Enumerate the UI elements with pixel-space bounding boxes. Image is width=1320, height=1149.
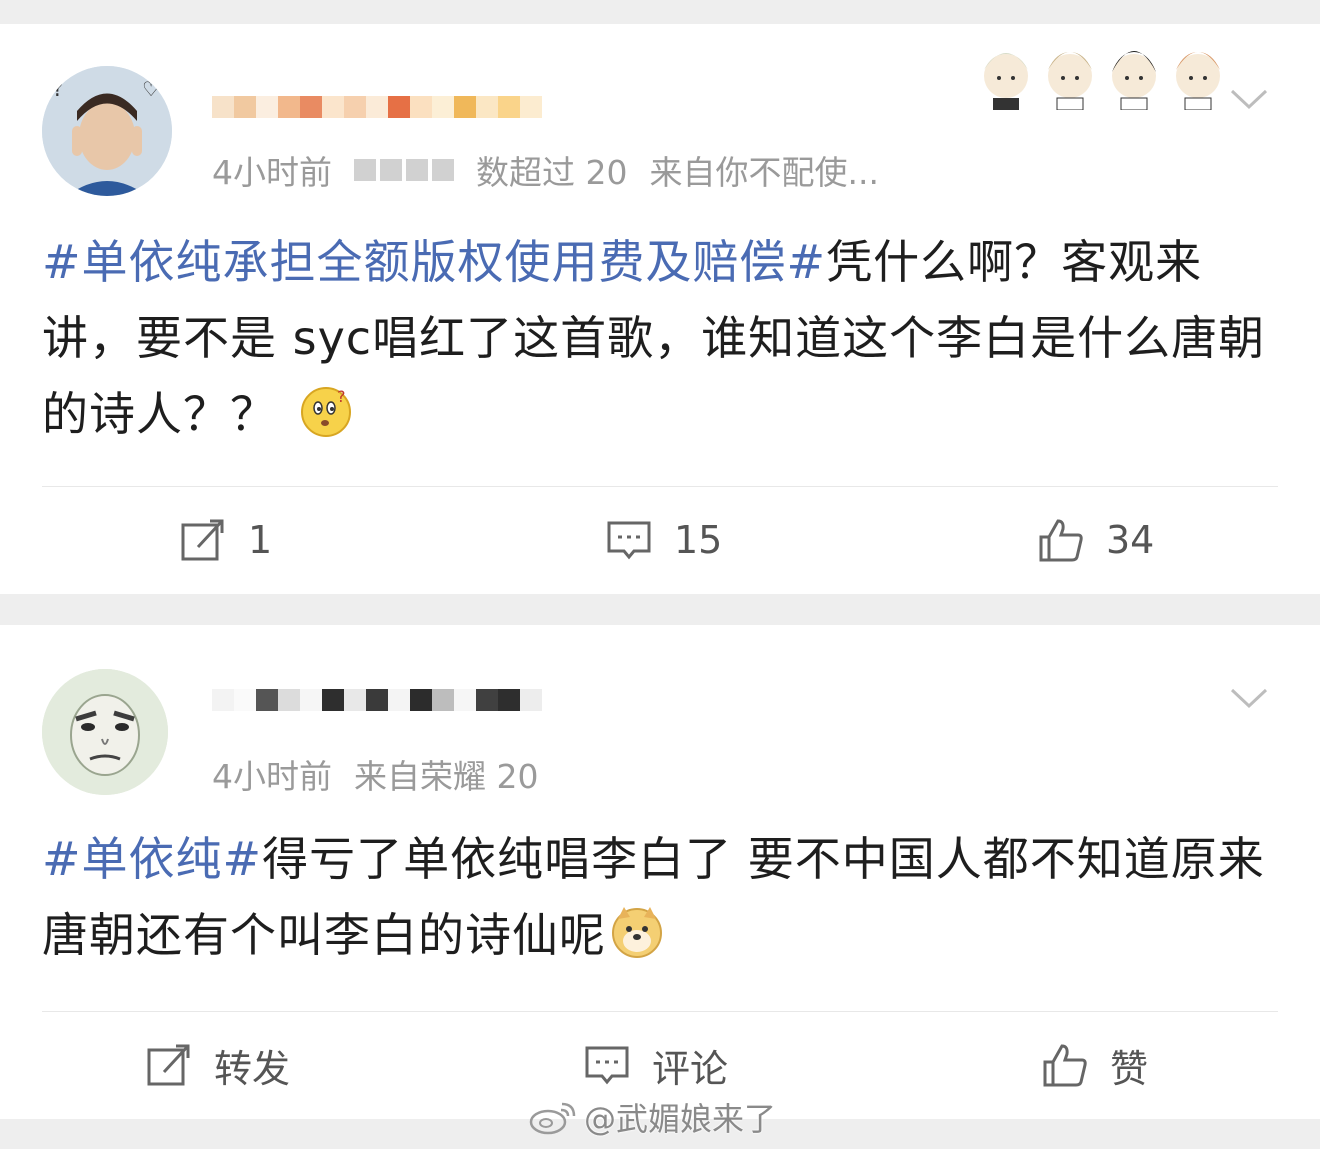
like-button[interactable]: 34 [1038, 500, 1154, 580]
comment-button[interactable]: 15 [606, 500, 722, 580]
sticker-character-2 [1048, 52, 1092, 110]
thinking-emoji-icon: ? [301, 387, 351, 437]
post-meta: 4小时前 来自荣耀 20 [212, 750, 538, 798]
post-card-1: ? ♡ 4小时前 数超过 20 来自你不配使... #单依纯承担全额版权使用费及… [0, 24, 1320, 594]
thumbs-up-icon [1039, 519, 1083, 562]
action-bar: 转发 评论 赞 [0, 1025, 1320, 1105]
username-blurred[interactable] [212, 677, 542, 723]
post-time: 4小时前 [212, 153, 332, 192]
comment-label: 评论 [652, 1046, 729, 1091]
topic-hashtag[interactable]: #单依纯# [42, 832, 262, 886]
doge-emoji-icon [612, 907, 662, 958]
post-content: #单依纯承担全额版权使用费及赔偿#凭什么啊？客观来讲，要不是 syc唱红了这首歌… [42, 224, 1282, 452]
sticker-character-4 [1176, 52, 1220, 110]
chevron-down-icon[interactable] [1230, 687, 1268, 709]
repost-label: 转发 [214, 1046, 291, 1091]
like-button[interactable]: 赞 [1042, 1025, 1148, 1105]
chevron-down-icon[interactable] [1230, 88, 1268, 110]
post-source[interactable]: 来自你不配使... [649, 146, 878, 194]
repost-button[interactable]: 1 [180, 500, 272, 580]
like-label: 赞 [1110, 1046, 1149, 1091]
watermark-text: @武媚娘来了 [584, 1100, 777, 1138]
weibo-logo-icon [529, 1102, 576, 1135]
meta-blurred [354, 159, 454, 181]
sticker-character-1 [984, 53, 1028, 110]
post-card-2: 4小时前 来自荣耀 20 #单依纯#得亏了单依纯唱李白了 要不中国人都不知道原来… [0, 625, 1320, 1119]
user-avatar[interactable] [42, 669, 168, 795]
svg-text:?: ? [52, 77, 64, 102]
divider [42, 486, 1278, 487]
repost-count: 1 [248, 518, 273, 562]
sticker-character-3 [1112, 51, 1156, 110]
thumbs-up-icon [1043, 1044, 1087, 1087]
like-count: 34 [1106, 518, 1155, 562]
post-source[interactable]: 来自荣耀 20 [354, 750, 538, 798]
username-blurred[interactable] [212, 84, 542, 130]
avatar-decoration [975, 30, 1229, 110]
watermark: @武媚娘来了 [528, 1094, 776, 1140]
divider [42, 1011, 1278, 1012]
comment-button[interactable]: 评论 [584, 1025, 728, 1105]
post-meta-tail: 数超过 20 [476, 153, 628, 192]
post-time: 4小时前 [212, 757, 332, 796]
post-content: #单依纯#得亏了单依纯唱李白了 要不中国人都不知道原来唐朝还有个叫李白的诗仙呢 [42, 821, 1282, 973]
comment-icon [585, 1046, 629, 1085]
svg-text:♡: ♡ [142, 77, 160, 101]
svg-text:?: ? [337, 387, 347, 406]
repost-icon [147, 1044, 190, 1086]
topic-hashtag[interactable]: #单依纯承担全额版权使用费及赔偿# [42, 235, 826, 289]
post-meta: 4小时前 数超过 20 来自你不配使... [212, 146, 879, 194]
action-bar: 1 15 34 [0, 500, 1320, 580]
comment-count: 15 [674, 518, 723, 562]
repost-icon [181, 519, 224, 561]
repost-button[interactable]: 转发 [146, 1025, 290, 1105]
user-avatar[interactable]: ? ♡ [42, 66, 172, 196]
comment-icon [607, 521, 651, 560]
